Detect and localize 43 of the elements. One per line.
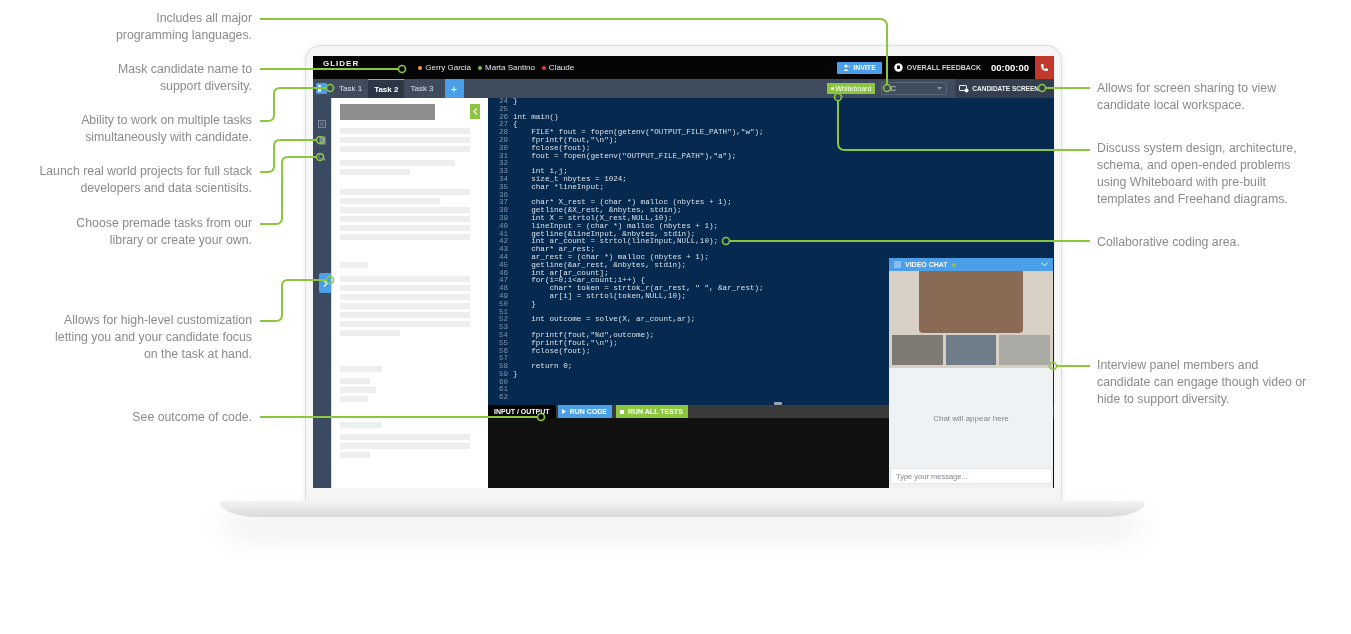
search-icon — [318, 153, 326, 161]
monitor-icon — [959, 84, 970, 93]
feedback-icon — [893, 63, 903, 72]
task-tab[interactable]: Task 2 — [368, 79, 405, 98]
person-icon — [843, 64, 851, 71]
play-icon — [561, 409, 566, 414]
leader-line — [1048, 361, 1091, 371]
chevron-left-icon — [472, 108, 478, 115]
chevron-down-icon — [1041, 262, 1048, 267]
list-icon — [318, 120, 326, 128]
participant-name: Gerry Garcia — [425, 63, 472, 72]
empty-chat-text: Chat will appear here — [933, 413, 1009, 423]
language-select[interactable]: C — [881, 82, 948, 95]
document-icon — [318, 136, 326, 145]
resize-grip[interactable] — [774, 402, 782, 405]
collapse-button[interactable] — [470, 104, 480, 119]
end-call-button[interactable] — [1035, 56, 1054, 79]
panel-icon — [316, 83, 327, 94]
annotation-text: See outcome of code. — [132, 409, 252, 426]
task-tab[interactable]: Task 1 — [333, 79, 369, 98]
annotation-text: Collaborative coding area. — [1097, 234, 1240, 251]
online-dot-icon — [951, 262, 956, 267]
annotation-text: Launch real world projects for full stack developers and data scientisits. — [39, 163, 252, 197]
annotation-text: Allows for high-level customization letting you and your candidate focus on the task at hand. — [55, 312, 252, 363]
chevron-right-icon — [322, 279, 328, 287]
annotation-text: Interview panel members and candidate can engage though video or hide to support diversity. — [1097, 357, 1307, 408]
timer: 00:00:00 — [990, 62, 1029, 73]
photo-placeholder — [892, 335, 943, 365]
annotation-text: Choose premade tasks from our library or create your own. — [76, 215, 252, 249]
caret-icon — [937, 87, 943, 90]
photo-placeholder — [999, 335, 1050, 365]
stop-icon — [619, 409, 624, 414]
photo-placeholder — [945, 335, 997, 365]
annotation-text: Mask candidate name to support diversity. — [118, 61, 252, 95]
phone-icon — [1040, 63, 1049, 72]
participant-name: Marta Santino — [485, 63, 535, 72]
annotation-text: Includes all major programming languages. — [115, 10, 252, 44]
annotation-text: Allows for screen sharing to view candidate local workspace. — [1097, 80, 1277, 114]
annotation-text: Discuss system design, architecture, schema, and open-ended problems using Whiteboard with pre-built templates and Freehand diagrams. — [1097, 140, 1297, 208]
annotation-text: Ability to work on multiple tasks simultaneously with candidate. — [81, 112, 252, 146]
participant-name: Claude — [548, 63, 575, 72]
task-tab[interactable]: Task 3 — [404, 79, 440, 98]
logo: GLIDER — [323, 59, 360, 68]
